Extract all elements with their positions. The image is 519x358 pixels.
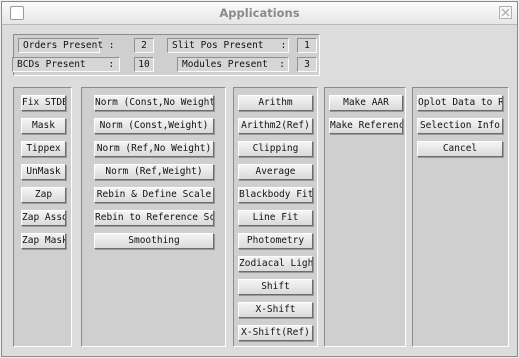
close-icon[interactable] [499, 6, 512, 19]
unmask-button[interactable]: UnMask [21, 164, 66, 180]
mask-button[interactable]: Mask [21, 118, 66, 134]
modules-present-value: 3 [297, 57, 317, 72]
normalization-panel: Norm (Const,No Weight) Norm (Const,Weigh… [81, 87, 226, 347]
orders-present-label: Orders Present : [18, 38, 115, 53]
blackbody-fit-button[interactable]: Blackbody Fit [238, 187, 313, 203]
norm-ref-weight-button[interactable]: Norm (Ref,Weight) [94, 164, 214, 180]
average-button[interactable]: Average [238, 164, 313, 180]
rebin-to-reference-scale-button[interactable]: Rebin to Reference Scale [94, 210, 214, 226]
slit-pos-present-value: 1 [297, 38, 317, 53]
fix-stdev-button[interactable]: Fix STDEV [21, 95, 66, 111]
actions-panel: Oplot Data to Ref Selection Info Cancel [412, 87, 509, 347]
bcds-present-label: BCDs Present : [12, 57, 120, 72]
clipping-button[interactable]: Clipping [238, 141, 313, 157]
x-shift-button[interactable]: X-Shift [238, 302, 313, 318]
applications-window: Applications Orders Present : 2 Slit Pos… [1, 1, 518, 357]
smoothing-button[interactable]: Smoothing [94, 233, 214, 249]
shift-button[interactable]: Shift [238, 279, 313, 295]
info-panel: Orders Present : 2 Slit Pos Present : 1 … [12, 34, 320, 76]
photometry-button[interactable]: Photometry [238, 233, 313, 249]
zap-button[interactable]: Zap [21, 187, 66, 203]
tippex-button[interactable]: Tippex [21, 141, 66, 157]
make-reference-button[interactable]: Make Reference [329, 118, 403, 134]
title-bar[interactable]: Applications [2, 2, 517, 25]
selection-info-button[interactable]: Selection Info [417, 118, 503, 134]
orders-present-value: 2 [134, 38, 154, 53]
x-shift-ref-button[interactable]: X-Shift(Ref) [238, 325, 313, 341]
aar-panel: Make AAR Make Reference [324, 87, 406, 347]
cancel-button[interactable]: Cancel [417, 141, 503, 157]
zodiacal-light-button[interactable]: Zodiacal Light [238, 256, 313, 272]
norm-const-no-weight-button[interactable]: Norm (Const,No Weight) [94, 95, 214, 111]
rebin-define-scale-button[interactable]: Rebin & Define Scale [94, 187, 214, 203]
zap-masked-button[interactable]: Zap Masked [21, 233, 66, 249]
edit-panel: Fix STDEV Mask Tippex UnMask Zap Zap Ass… [13, 87, 72, 347]
modules-present-label: Modules Present : [177, 57, 289, 72]
slit-pos-present-label: Slit Pos Present : [167, 38, 289, 53]
line-fit-button[interactable]: Line Fit [238, 210, 313, 226]
make-aar-button[interactable]: Make AAR [329, 95, 403, 111]
arithm2-ref-button[interactable]: Arithm2(Ref) [238, 118, 313, 134]
norm-const-weight-button[interactable]: Norm (Const,Weight) [94, 118, 214, 134]
oplot-data-to-ref-button[interactable]: Oplot Data to Ref [417, 95, 503, 111]
arithm-button[interactable]: Arithm [238, 95, 313, 111]
window-title: Applications [219, 6, 300, 20]
arithmetic-panel: Arithm Arithm2(Ref) Clipping Average Bla… [233, 87, 318, 347]
bcds-present-value: 10 [134, 57, 154, 72]
norm-ref-no-weight-button[interactable]: Norm (Ref,No Weight) [94, 141, 214, 157]
zap-assoc-button[interactable]: Zap Assoc [21, 210, 66, 226]
